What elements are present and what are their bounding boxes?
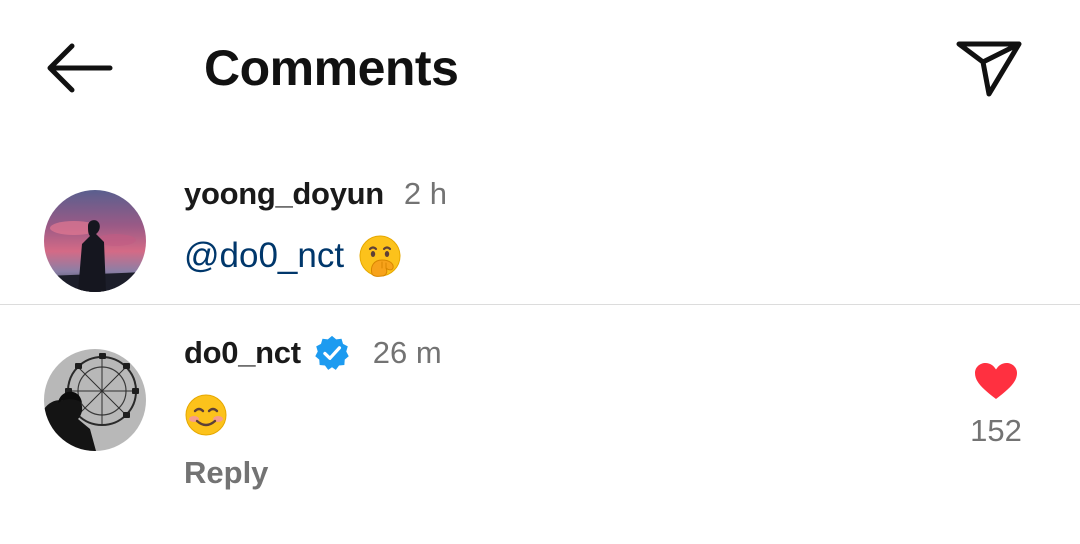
comment-meta: yoong_doyun 2 h	[184, 171, 447, 217]
arrow-left-icon	[47, 43, 113, 93]
username[interactable]: do0_nct	[184, 335, 301, 371]
like-control: 152	[960, 359, 1032, 449]
username[interactable]: yoong_doyun	[184, 176, 384, 212]
smiling-face-icon	[184, 393, 228, 437]
ferris-wheel-avatar	[44, 349, 146, 451]
share-button[interactable]	[950, 30, 1030, 106]
comment-meta: do0_nct 26 m	[184, 330, 442, 376]
reply-button[interactable]: Reply	[184, 451, 268, 495]
back-button[interactable]	[40, 36, 116, 100]
sunset-silhouette-avatar	[44, 190, 146, 292]
page-title: Comments	[204, 40, 459, 96]
verified-badge-icon	[313, 334, 351, 372]
like-count: 152	[970, 413, 1022, 448]
header-bar: Comments	[0, 0, 1080, 140]
mention-link[interactable]: @do0_nct	[184, 236, 344, 276]
heart-icon	[975, 363, 1017, 399]
face-with-hand-over-mouth-icon	[358, 234, 402, 278]
comment-text: @do0_nct	[184, 228, 402, 284]
comment-item: do0_nct 26 m Reply 152	[0, 305, 1080, 544]
timestamp: 2 h	[403, 176, 448, 211]
comment-text	[184, 387, 228, 443]
comment-item: yoong_doyun 2 h @do0_nct	[0, 170, 1080, 304]
avatar[interactable]	[44, 190, 146, 292]
avatar[interactable]	[44, 349, 146, 451]
like-button[interactable]	[972, 359, 1020, 403]
timestamp: 26 m	[372, 335, 442, 370]
paper-plane-icon	[956, 41, 1022, 97]
